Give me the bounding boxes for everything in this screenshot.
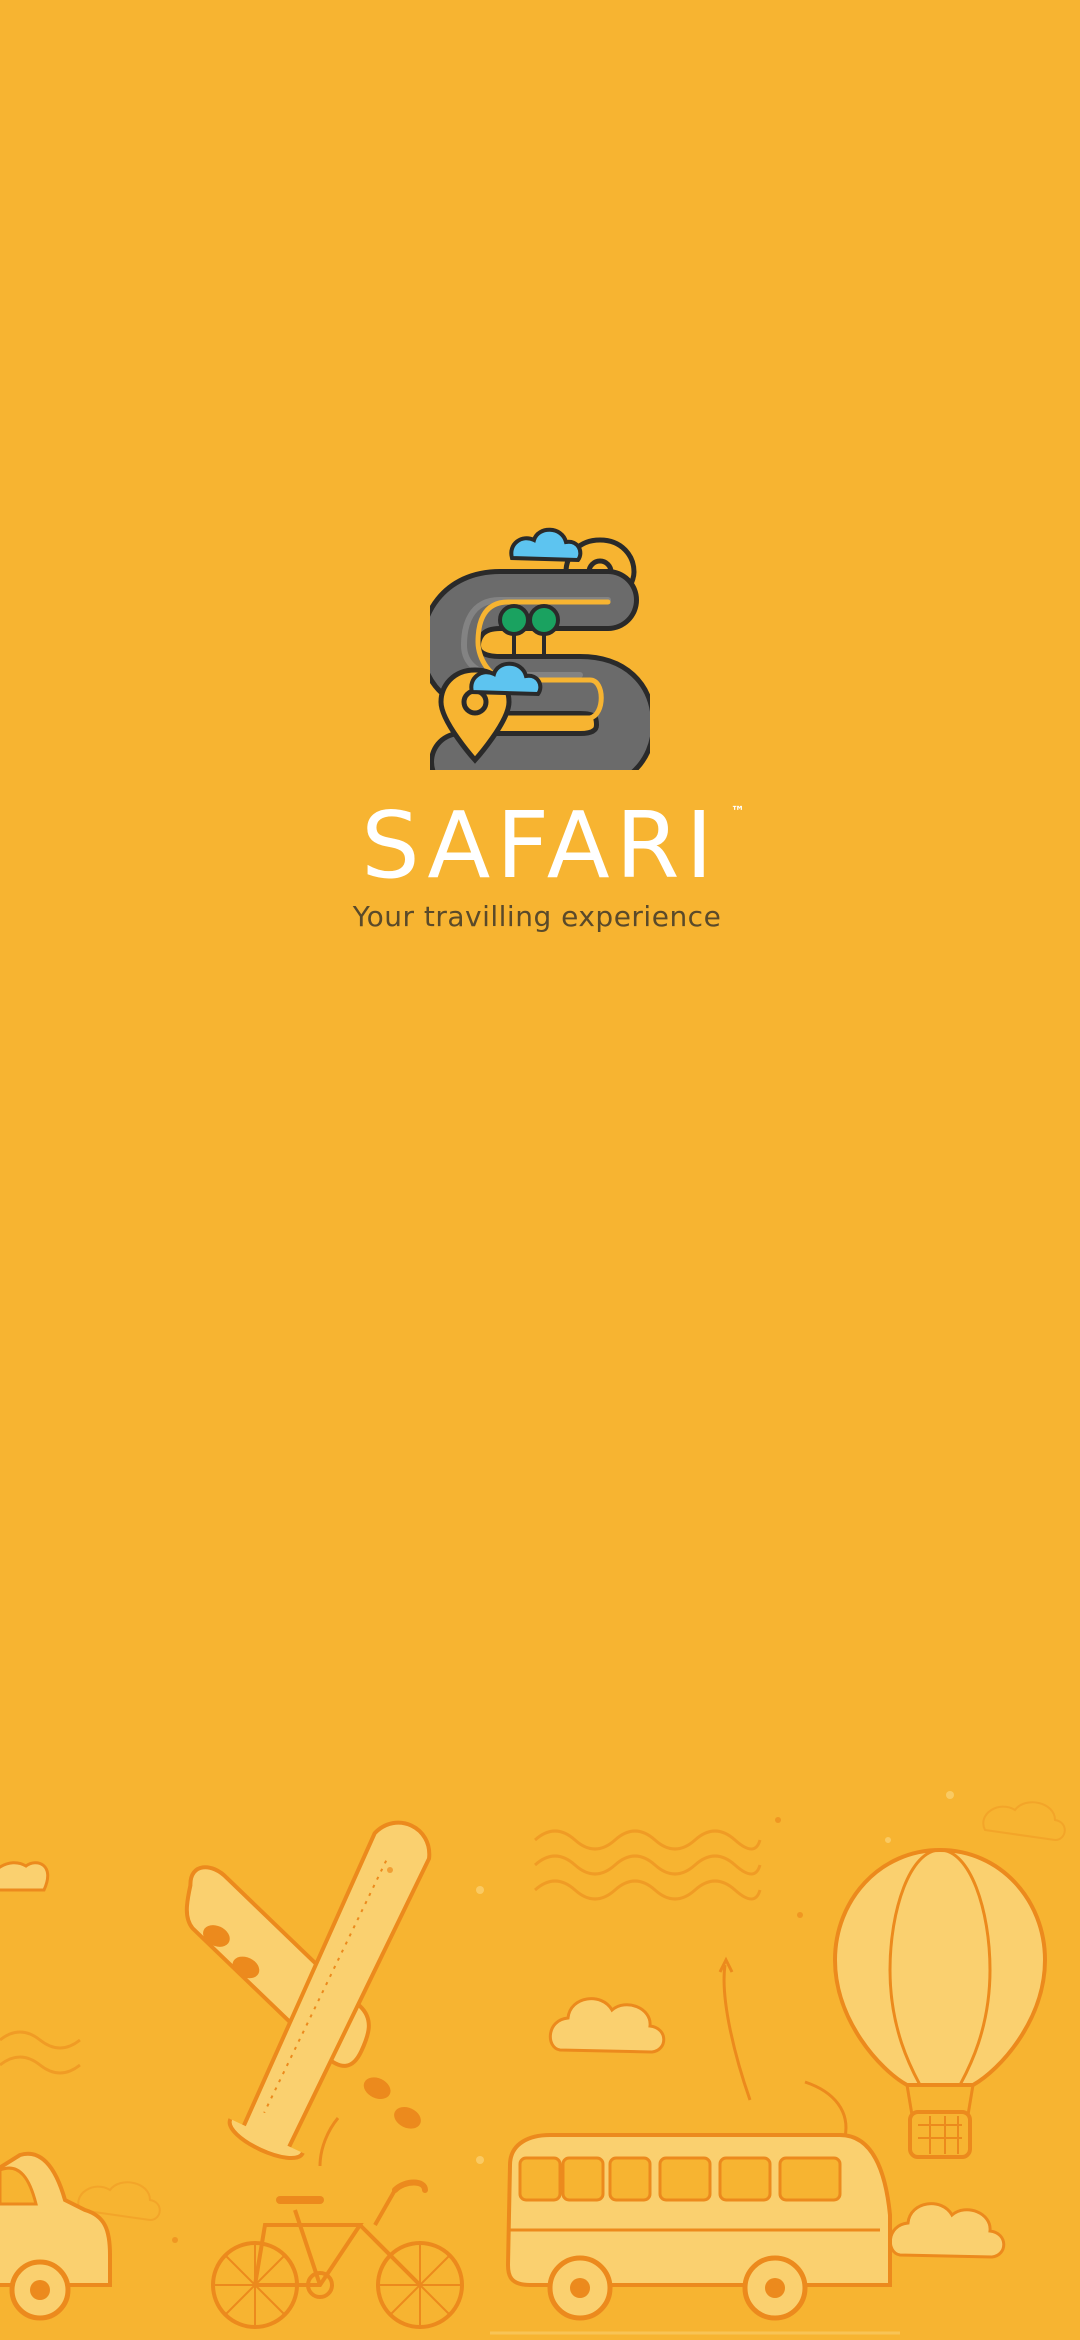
trademark-symbol: ™: [730, 804, 745, 820]
logo-block: SAFARI ™ Your travilling experience: [0, 520, 1080, 933]
brand-name: SAFARI: [361, 792, 719, 899]
cloud-icon: [888, 2202, 1006, 2259]
airplane-icon: [184, 1820, 432, 2160]
waves-icon: [0, 2030, 81, 2075]
hot-air-balloon-icon: [832, 1847, 1048, 2159]
bus-icon: [505, 2133, 892, 2321]
cloud-icon: [0, 1861, 50, 1892]
cloud-icon: [509, 527, 583, 563]
travel-illustration: [0, 1791, 1066, 2335]
bicycle-icon: [211, 2179, 464, 2329]
tagline: Your travilling experience: [352, 900, 722, 933]
car-icon: [0, 2151, 112, 2321]
splash-screen: SAFARI ™ Your travilling experience: [0, 0, 1080, 2340]
brand-row: SAFARI ™: [361, 792, 745, 899]
winding-road-s-logo-icon: [430, 527, 650, 770]
waves-icon: [533, 1829, 762, 1901]
cloud-icon: [548, 1997, 666, 2054]
